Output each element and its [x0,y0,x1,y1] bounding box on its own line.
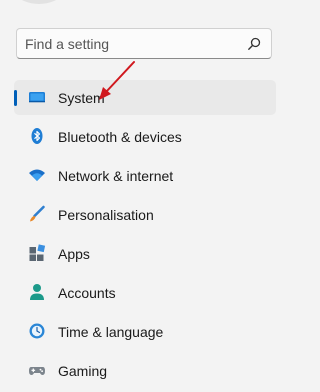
search-icon[interactable] [247,37,261,51]
sidebar-item-label: Personalisation [58,207,154,223]
sidebar-item-network[interactable]: Network & internet [14,158,276,193]
wifi-icon [29,169,45,181]
time-language-icon [29,323,45,339]
brush-icon [30,205,45,222]
sidebar-item-label: Time & language [58,324,164,340]
selection-indicator [14,90,17,106]
gamepad-icon [29,367,45,375]
sidebar-item-bluetooth[interactable]: Bluetooth & devices [14,119,276,154]
sidebar-item-system[interactable]: System [14,80,276,115]
sidebar-item-apps[interactable]: Apps [14,236,276,271]
sidebar-item-label: Accounts [58,285,116,301]
accounts-icon [30,284,44,300]
search-input[interactable] [25,35,245,53]
avatar [0,0,78,4]
system-display-icon [29,92,45,103]
sidebar-item-label: Bluetooth & devices [58,129,182,145]
sidebar-item-label: Gaming [58,363,108,379]
sidebar-item-personalisation[interactable]: Personalisation [14,197,276,232]
sidebar-nav: System Bluetooth & devices Network & int… [14,80,276,392]
sidebar-item-label: Apps [58,246,90,262]
sidebar-item-label: Network & internet [58,168,174,184]
sidebar-item-time-language[interactable]: Time & language [14,314,276,349]
bluetooth-icon [31,128,43,144]
sidebar-item-gaming[interactable]: Gaming [14,353,276,388]
sidebar-item-accounts[interactable]: Accounts [14,275,276,310]
apps-icon [29,244,46,261]
annotation-arrow [99,61,135,100]
search-box[interactable] [16,28,272,59]
